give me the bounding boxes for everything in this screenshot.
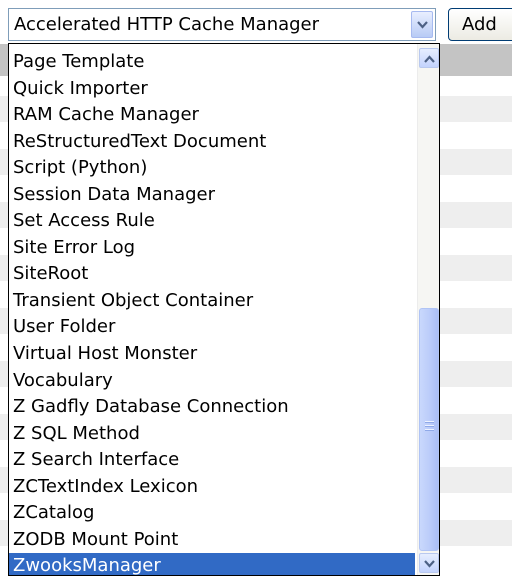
dropdown-options: Page Template Quick Importer RAM Cache Man… (9, 49, 415, 575)
dropdown-option[interactable]: Site Error Log (9, 235, 415, 262)
select-dropdown-button[interactable] (411, 11, 433, 38)
add-object-select[interactable]: Accelerated HTTP Cache Manager (8, 8, 436, 41)
dropdown-option[interactable]: ZODB Mount Point (9, 527, 415, 554)
dropdown-option[interactable]: Z Gadfly Database Connection (9, 394, 415, 421)
add-button[interactable]: Add (448, 8, 512, 41)
dropdown-option[interactable]: ZCTextIndex Lexicon (9, 474, 415, 501)
dropdown-option[interactable]: RAM Cache Manager (9, 102, 415, 129)
dropdown-option[interactable]: Z Search Interface (9, 447, 415, 474)
dropdown-option[interactable]: Set Access Rule (9, 208, 415, 235)
dropdown-option[interactable]: Virtual Host Monster (9, 341, 415, 368)
dropdown-option[interactable]: ZwooksManager (9, 553, 415, 575)
chevron-up-icon (424, 55, 435, 63)
chevron-down-icon (417, 21, 428, 29)
dropdown-option[interactable]: SiteRoot (9, 261, 415, 288)
dropdown-option[interactable]: User Folder (9, 314, 415, 341)
select-dropdown-list[interactable]: Page Template Quick Importer RAM Cache Man… (8, 43, 440, 576)
scroll-thumb[interactable] (419, 308, 439, 551)
dropdown-option[interactable]: Script (Python) (9, 155, 415, 182)
scroll-down-button[interactable] (419, 553, 439, 573)
dropdown-option[interactable]: ZCatalog (9, 500, 415, 527)
dropdown-option[interactable]: Page Template (9, 49, 415, 76)
dropdown-option[interactable]: Quick Importer (9, 76, 415, 103)
dropdown-scrollbar[interactable] (417, 44, 439, 575)
scroll-up-button[interactable] (419, 48, 439, 68)
dropdown-option[interactable]: Vocabulary (9, 368, 415, 395)
dropdown-option[interactable]: Transient Object Container (9, 288, 415, 315)
select-current-value: Accelerated HTTP Cache Manager (14, 14, 320, 35)
dropdown-option[interactable]: Session Data Manager (9, 182, 415, 209)
dropdown-option[interactable]: ReStructuredText Document (9, 129, 415, 156)
chevron-down-icon (424, 560, 435, 568)
dropdown-option[interactable]: Z SQL Method (9, 421, 415, 448)
thumb-grip-icon (425, 421, 434, 431)
